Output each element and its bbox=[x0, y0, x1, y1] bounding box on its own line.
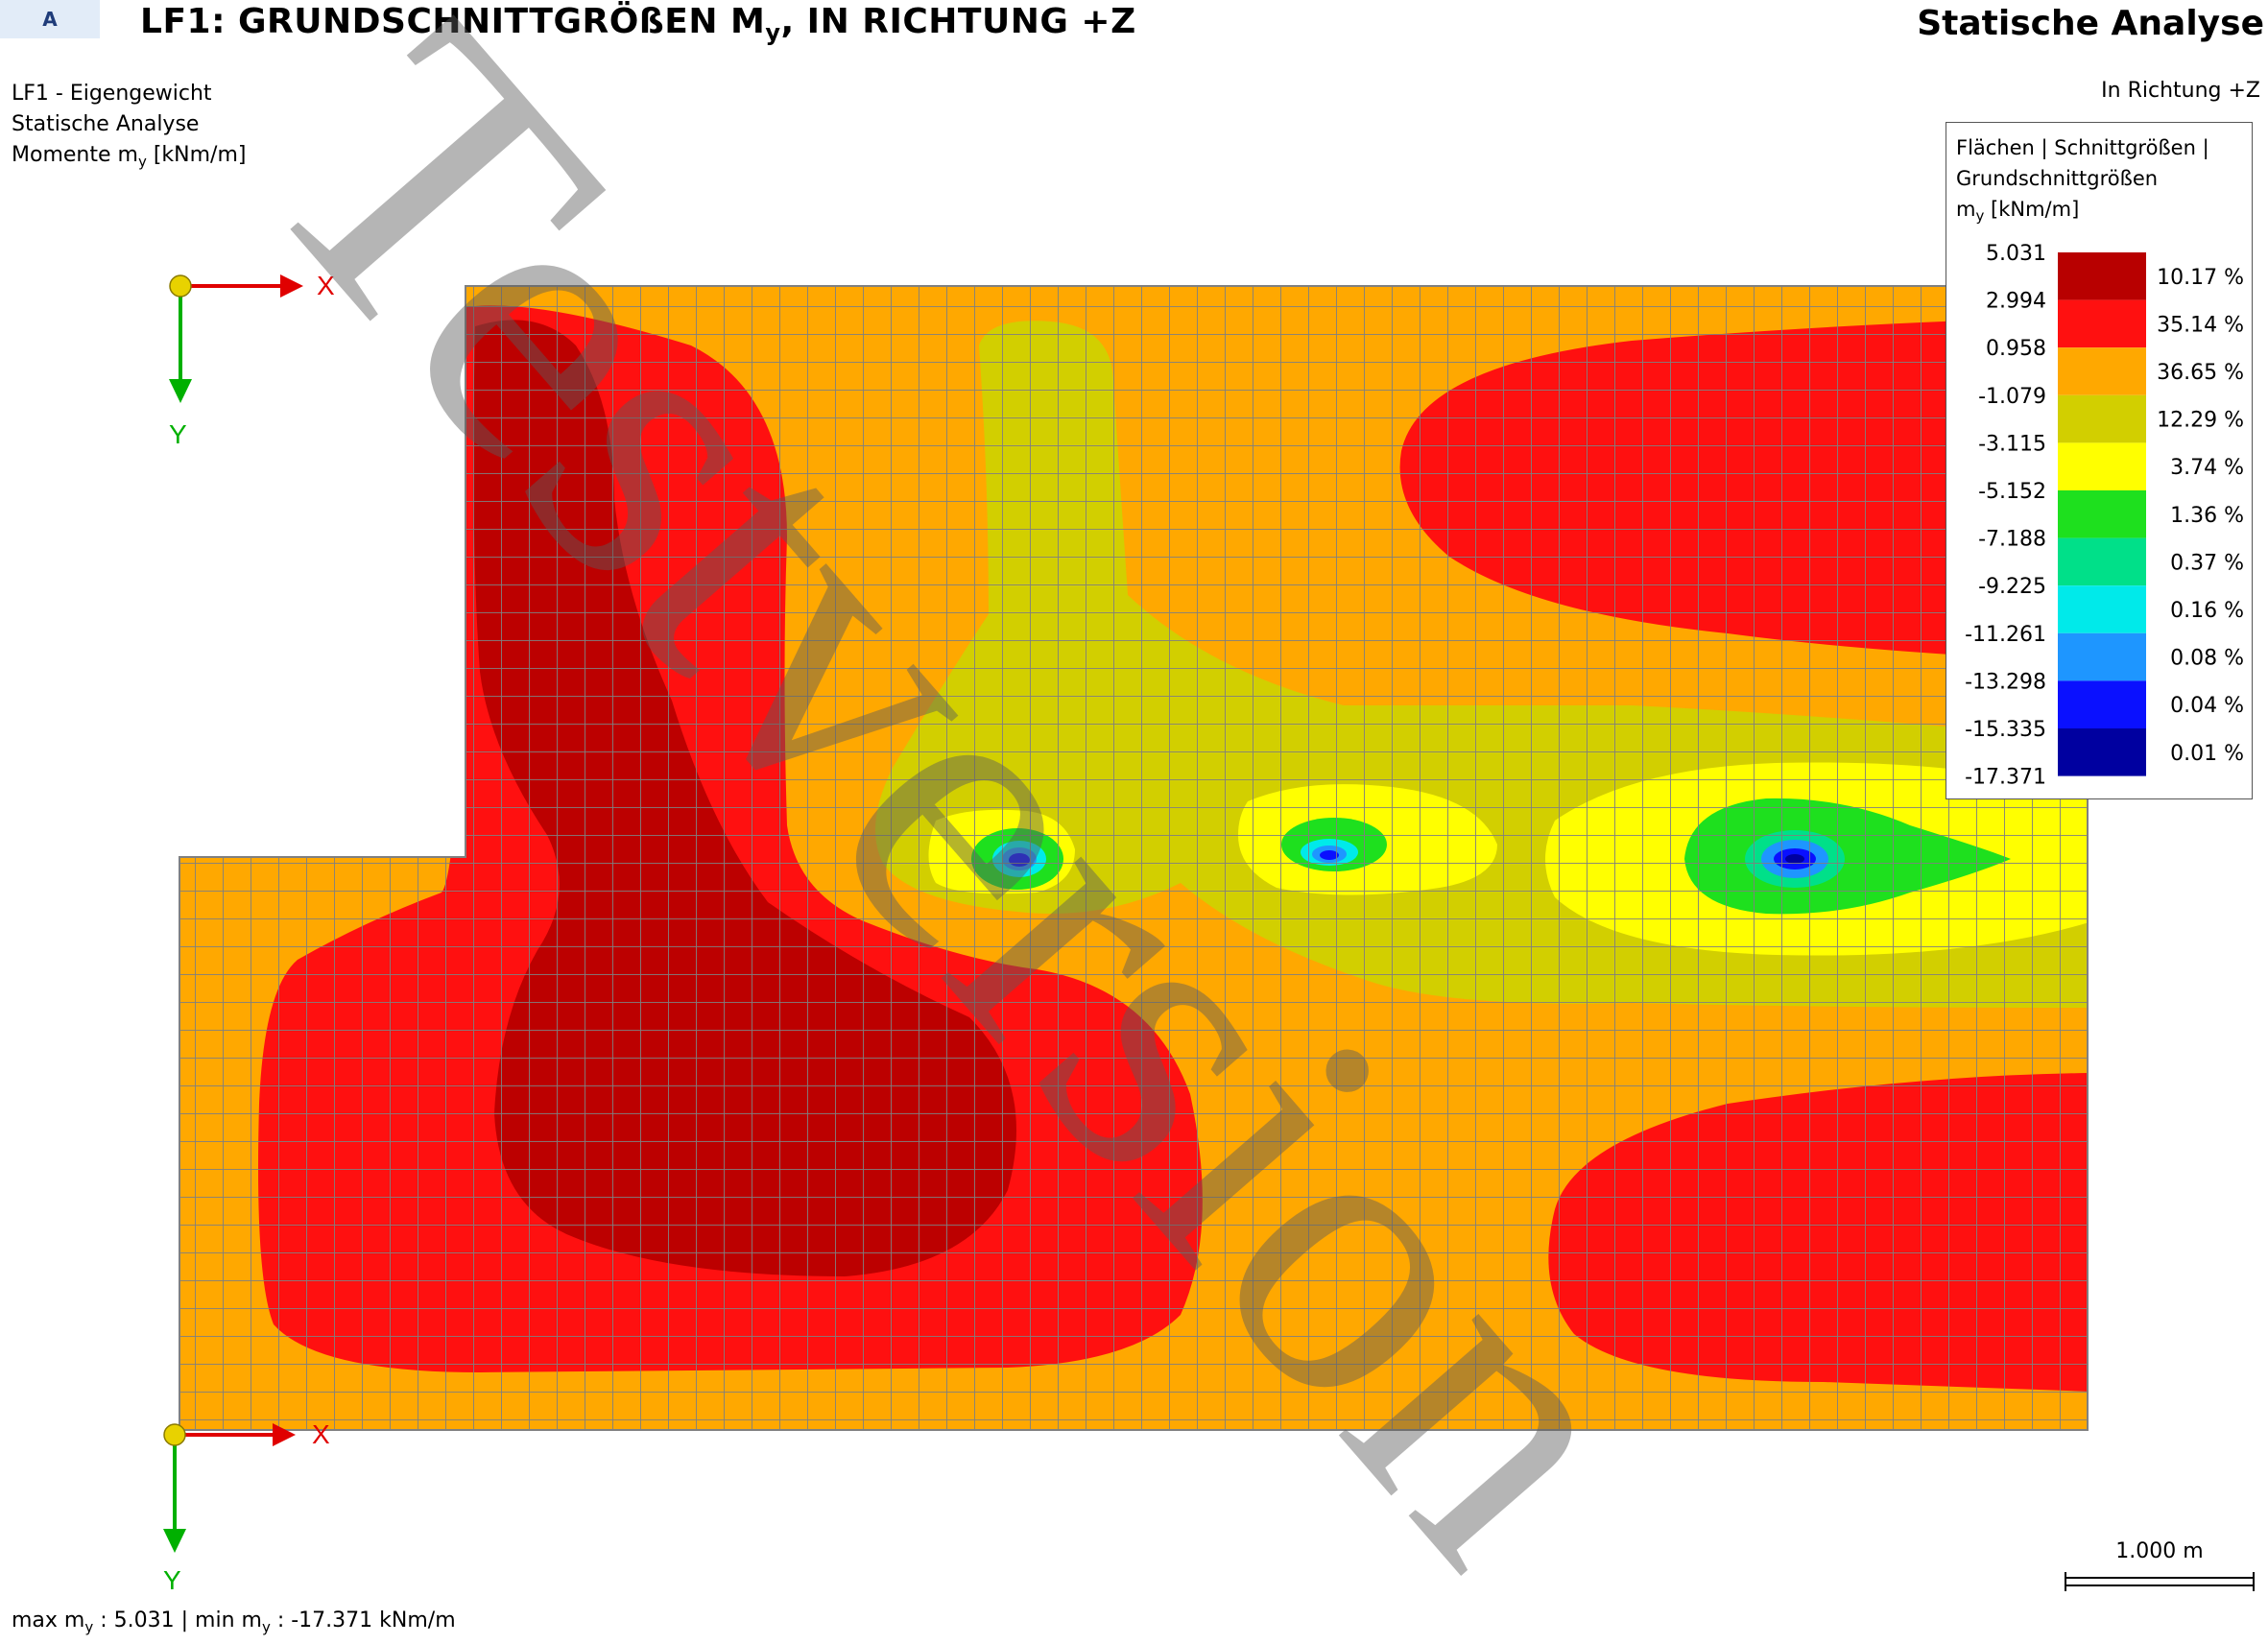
legend-percent: 10.17 % bbox=[2157, 266, 2244, 290]
scale-ruler bbox=[2065, 1572, 2255, 1591]
legend-value: -9.225 bbox=[1978, 575, 2046, 599]
color-legend[interactable]: Flächen | Schnittgrößen | Grundschnittgr… bbox=[1946, 122, 2253, 799]
legend-value: -15.335 bbox=[1965, 718, 2046, 742]
min-value: : -17.371 kNm/m bbox=[270, 1608, 456, 1632]
legend-scale: 5.031 2.994 0.958 -1.079 -3.115 -5.152 -7.188 -… bbox=[1965, 242, 2244, 790]
max-label: max m bbox=[12, 1608, 85, 1632]
legend-percent: 1.36 % bbox=[2170, 504, 2244, 528]
legend-value: -13.298 bbox=[1965, 670, 2046, 694]
legend-value: 2.994 bbox=[1986, 290, 2046, 314]
legend-percent: 0.08 % bbox=[2170, 647, 2244, 671]
y-axis-label-top: Y bbox=[169, 419, 187, 449]
min-subscript: y bbox=[261, 1618, 271, 1636]
legend-value: -11.261 bbox=[1965, 623, 2046, 647]
legend-value: -7.188 bbox=[1978, 528, 2046, 552]
min-max-summary: max my : 5.031 | min my : -17.371 kNm/m bbox=[12, 1608, 456, 1635]
legend-percent: 12.29 % bbox=[2157, 409, 2244, 433]
legend-percent: 0.16 % bbox=[2170, 599, 2244, 623]
max-subscript: y bbox=[84, 1618, 94, 1636]
legend-value: -5.152 bbox=[1978, 480, 2046, 504]
legend-percent: 0.01 % bbox=[2170, 742, 2244, 766]
legend-color-swatch bbox=[2058, 299, 2146, 348]
legend-value: -1.079 bbox=[1978, 385, 2046, 409]
legend-color-swatch bbox=[2058, 680, 2146, 728]
legend-percent: 35.14 % bbox=[2157, 313, 2244, 337]
legend-percent: 36.65 % bbox=[2157, 361, 2244, 385]
legend-percent: 0.37 % bbox=[2170, 551, 2244, 575]
legend-color-swatch bbox=[2058, 252, 2146, 300]
origin-sphere-icon bbox=[169, 274, 192, 298]
legend-value: 0.958 bbox=[1986, 337, 2046, 361]
legend-color-swatch bbox=[2058, 728, 2146, 776]
x-axis-label-bottom: X bbox=[312, 1419, 330, 1449]
legend-color-swatch bbox=[2058, 442, 2146, 490]
y-arrow-icon bbox=[163, 1529, 186, 1553]
origin-sphere-icon bbox=[163, 1423, 186, 1446]
legend-color-swatch bbox=[2058, 490, 2146, 538]
legend-value: 5.031 bbox=[1986, 242, 2046, 266]
legend-value: -17.371 bbox=[1965, 766, 2046, 790]
legend-color-swatch bbox=[2058, 537, 2146, 586]
model-canvas[interactable]: X Y X Y Testversion bbox=[0, 0, 2268, 1644]
axis-gizmo-bottom: X Y bbox=[163, 1419, 330, 1595]
legend-color-swatch bbox=[2058, 394, 2146, 443]
legend-color-swatch bbox=[2058, 347, 2146, 395]
legend-color-swatch bbox=[2058, 632, 2146, 681]
max-min-values: : 5.031 | min m bbox=[93, 1608, 262, 1632]
legend-color-swatch bbox=[2058, 585, 2146, 633]
scale-bar: 1.000 m bbox=[2064, 1539, 2256, 1597]
legend-percent: 0.04 % bbox=[2170, 694, 2244, 718]
y-axis-label-bottom: Y bbox=[163, 1565, 181, 1595]
legend-percent: 3.74 % bbox=[2170, 456, 2244, 480]
y-arrow-icon bbox=[169, 379, 192, 403]
legend-value: -3.115 bbox=[1978, 432, 2046, 456]
